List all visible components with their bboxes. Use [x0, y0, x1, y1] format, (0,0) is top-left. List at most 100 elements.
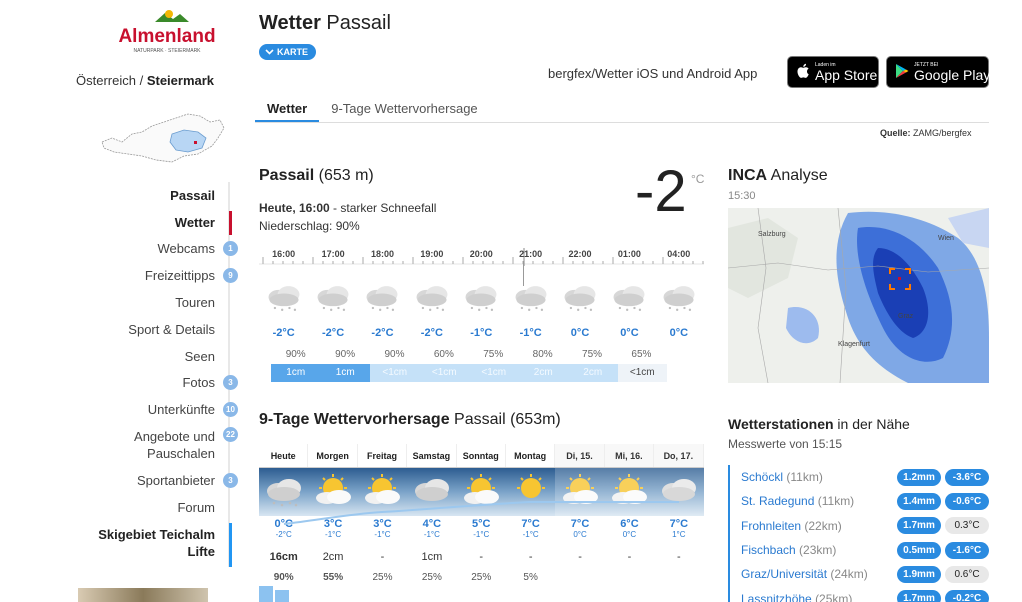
hour-label: 04:00 [667, 249, 691, 259]
forecast-day[interactable]: Sonntag [457, 444, 506, 467]
sidebar-item-passail[interactable]: Passail [60, 182, 230, 209]
sidebar-item-angebote[interactable]: Angebote und Pauschalen 22 [60, 423, 238, 467]
snow-bar-mark [275, 590, 289, 602]
inca-time: 15:30 [728, 190, 756, 202]
app-store-button[interactable]: Laden im App Store [787, 56, 879, 88]
forecast-day[interactable]: Freitag [358, 444, 408, 467]
hourly-temperatures: -2°C -2°C -2°C -2°C -1°C -1°C 0°C 0°C 0°… [259, 327, 704, 339]
svg-text:Klagenfurt: Klagenfurt [838, 341, 870, 348]
temperature-curve [283, 501, 679, 525]
station-row[interactable]: Graz/Universität (24km) 1.9mm 0.6°C [730, 562, 989, 586]
sidebar-item-freizeittipps[interactable]: Freizeittipps 9 [60, 262, 238, 289]
austria-locator-map[interactable] [98, 112, 228, 167]
sidebar-item-seen[interactable]: Seen [60, 343, 230, 370]
breadcrumb-state[interactable]: Steiermark [147, 73, 214, 88]
forecast-snow-value: - [676, 551, 681, 563]
sidebar-item-unterkuenfte[interactable]: Unterkünfte 10 [60, 396, 238, 423]
forecast-day[interactable]: Mi, 16. [604, 444, 655, 467]
forecast-probability: 25% [421, 572, 442, 583]
ad-image[interactable] [78, 588, 208, 602]
sidebar-item-wetter[interactable]: Wetter [60, 209, 232, 236]
snow-amount: <1cm [617, 364, 667, 382]
forecast-snow-value: - [578, 551, 582, 563]
sidebar-item-sportanbieter[interactable]: Sportanbieter 3 [60, 467, 238, 494]
count-badge: 1 [223, 241, 238, 257]
count-badge: 3 [223, 473, 238, 489]
snow-amount: <1cm [370, 364, 420, 382]
sidebar-item-fotos[interactable]: Fotos 3 [60, 370, 238, 397]
hourly-snow-bar: 1cm 1cm <1cm <1cm <1cm 2cm 2cm <1cm [271, 364, 667, 382]
temperature-unit: °C [691, 172, 705, 186]
temperature-pill: 0.3°C [945, 517, 989, 535]
snow-cloud-icon [259, 283, 308, 317]
forecast-min: 0°C [622, 530, 637, 539]
snow-cloud-icon [506, 283, 555, 317]
forecast-probability: 90% [273, 572, 294, 583]
forecast-snow-value: - [479, 551, 484, 563]
hour-temperature: 0°C [620, 327, 639, 339]
forecast-snow-value: 16cm [269, 551, 298, 563]
forecast-day[interactable]: Heute [259, 444, 309, 467]
precipitation-pill: 0.5mm [897, 541, 941, 559]
google-play-button[interactable]: JETZT BEI Google Play [886, 56, 990, 88]
forecast-day[interactable]: Montag [506, 444, 556, 467]
snow-amount: <1cm [419, 364, 469, 382]
sidebar-item-forum[interactable]: Forum [60, 494, 230, 521]
forecast-day[interactable]: Samstag [407, 444, 457, 467]
apple-icon [796, 63, 810, 82]
tab-wetter[interactable]: Wetter [255, 97, 320, 122]
almenland-logo[interactable]: Almenland NATURPARK · STEIERMARK [117, 8, 217, 56]
sidebar-item-sport-details[interactable]: Sport & Details [60, 316, 230, 343]
hour-temperature: 0°C [669, 327, 689, 339]
forecast-min: -1°C [522, 530, 539, 539]
sidebar-item-webcams[interactable]: Webcams 1 [60, 236, 238, 263]
inca-radar-map[interactable]: Salzburg Wien Klagenfurt Graz [727, 207, 990, 384]
breadcrumb-country[interactable]: Österreich [76, 73, 136, 88]
hour-probability: 90% [335, 349, 356, 360]
current-temperature: -2 [635, 159, 687, 224]
forecast-probabilities: 90% 55% 25% 25% 25% 5% [259, 572, 704, 583]
svg-text:Wien: Wien [938, 235, 954, 242]
station-distance: (22km) [804, 518, 842, 533]
hour-temperature: -2°C [272, 327, 295, 339]
forecast-min: 1°C [672, 530, 686, 539]
forecast-day[interactable]: Morgen [308, 444, 358, 467]
forecast-probability: 5% [523, 572, 538, 583]
tab-9-tage[interactable]: 9-Tage Wettervorhersage [319, 97, 489, 122]
snow-cloud-icon [308, 283, 357, 317]
forecast-snow-value: 2cm [322, 551, 344, 563]
forecast-min: -1°C [473, 530, 490, 539]
hour-label: 01:00 [617, 249, 641, 259]
sidebar-item-touren[interactable]: Touren [60, 289, 230, 316]
station-row[interactable]: Schöckl (11km) 1.2mm -3.6°C [730, 465, 989, 489]
stations-subtitle: Messwerte von 15:15 [728, 437, 843, 451]
hour-probability: 75% [582, 349, 603, 360]
snow-cloud-icon [358, 283, 407, 317]
station-row[interactable]: Frohnleiten (22km) 1.7mm 0.3°C [730, 514, 989, 538]
karte-button[interactable]: KARTE [259, 44, 316, 60]
app-promo-text: bergfex/Wetter iOS und Android App [548, 66, 758, 81]
count-badge: 10 [223, 402, 238, 418]
forecast-day[interactable]: Do, 17. [654, 444, 704, 467]
location-marker [194, 141, 197, 144]
forecast-probability: 25% [471, 572, 492, 583]
station-name: Schöckl [741, 470, 784, 485]
hour-label: 19:00 [420, 249, 444, 259]
hour-probability: 90% [285, 349, 306, 360]
hour-temperature: -1°C [519, 327, 542, 339]
station-row[interactable]: Lassnitzhöhe (25km) 1.7mm -0.2°C [730, 586, 989, 602]
count-badge: 22 [223, 427, 238, 443]
temperature-pill: -0.2°C [945, 590, 989, 602]
hour-label: 18:00 [370, 249, 394, 259]
station-name: Frohnleiten [741, 518, 802, 533]
station-row[interactable]: Fischbach (23km) 0.5mm -1.6°C [730, 538, 989, 562]
snow-cloud-icon [457, 283, 506, 317]
forecast-day[interactable]: Di, 15. [555, 444, 605, 467]
chevron-down-icon [265, 47, 274, 57]
forecast-title: 9-Tage Wettervorhersage Passail (653m) [259, 411, 561, 428]
hour-probability: 90% [384, 349, 405, 360]
count-badge: 9 [223, 268, 238, 284]
station-row[interactable]: St. Radegund (11km) 1.4mm -0.6°C [730, 489, 989, 513]
sidebar-nav: Passail Wetter Webcams 1 Freizeittipps 9 T… [60, 182, 238, 567]
sidebar-item-skigebiet[interactable]: Skigebiet Teichalm Lifte [60, 521, 232, 567]
